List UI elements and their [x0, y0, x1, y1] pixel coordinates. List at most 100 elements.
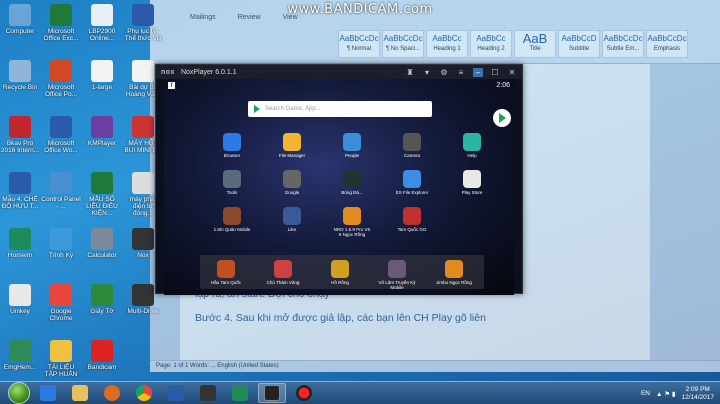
taskbar-ie[interactable] — [34, 383, 62, 403]
desktop-icon-label: Computer — [5, 28, 35, 35]
desktop-icon-label: Multi-Drive — [127, 308, 159, 315]
dock-app[interactable]: Chú Thám Vàng — [263, 260, 303, 285]
desktop-app-icon — [91, 116, 113, 138]
android-app-label: Google — [284, 190, 300, 195]
desktop-app-icon — [132, 116, 154, 138]
android-app[interactable]: Like — [272, 207, 312, 232]
android-app-icon — [403, 170, 421, 188]
desktop-app-icon — [50, 172, 72, 194]
desktop-icon[interactable]: Giấy Tờ — [82, 284, 122, 315]
maximize-button[interactable]: ☐ — [490, 68, 500, 77]
menu-icon[interactable]: ▾ — [422, 68, 432, 77]
search-input[interactable]: Search Game, App... — [265, 106, 321, 112]
taskbar-app[interactable] — [226, 383, 254, 403]
close-button[interactable]: ✕ — [507, 68, 517, 77]
style-normal[interactable]: AaBbCcDc ¶ Normal — [338, 30, 380, 58]
desktop-icon[interactable]: Trình Ký — [41, 228, 81, 259]
dock-app[interactable]: Hồ Rồng — [320, 260, 360, 285]
android-screen[interactable]: f 2:06 Search Game, App... Browser File M… — [164, 79, 514, 295]
dock-app[interactable]: Hầu Tam Quốc — [206, 260, 246, 285]
dock-app-label: Hồ Rồng — [331, 280, 349, 285]
android-app[interactable]: Google — [272, 170, 312, 195]
desktop-app-icon — [91, 172, 113, 194]
android-app[interactable]: People — [332, 133, 372, 158]
desktop-icon[interactable]: Control Panel - ... — [41, 172, 81, 210]
desktop-app-icon — [9, 116, 31, 138]
desktop-app-icon — [50, 228, 72, 250]
search-bar[interactable]: Search Game, App... — [248, 101, 432, 117]
desktop-icon[interactable]: Bkav Pro 2016 Intern... — [0, 116, 40, 154]
desktop-icon[interactable]: TÀI LIỆU TẬP HUẤN — [41, 340, 81, 378]
desktop-icon[interactable]: EmgHem... — [0, 340, 40, 371]
android-app[interactable]: Help — [452, 133, 492, 158]
android-status-bar: f 2:06 — [164, 79, 514, 92]
taskbar-clock[interactable]: 2:09 PM 12/14/2017 — [681, 386, 714, 401]
android-app-label: Help — [467, 153, 477, 158]
android-app[interactable]: Browser — [212, 133, 252, 158]
desktop-icon-label: Google Chrome — [49, 308, 73, 322]
desktop-icon-label: Homeim — [7, 252, 33, 259]
desktop-icon[interactable]: Homeim — [0, 228, 40, 259]
desktop-icon[interactable]: Recycle Bin — [0, 60, 40, 91]
desktop-icon-label: Recycle Bin — [2, 84, 38, 91]
desktop-icon[interactable]: Bandicam — [82, 340, 122, 371]
taskbar-word[interactable] — [162, 383, 190, 403]
style-title[interactable]: AaB Title — [514, 30, 556, 58]
desktop-icon[interactable]: Microsoft Office Po... — [41, 60, 81, 98]
android-app[interactable]: NRO 1.5.9 Pro VS 6 Ngọc Rồng — [332, 207, 372, 237]
noxplayer-window[interactable]: nox NoxPlayer 6.0.1.1 ♜ ▾ ⚙ ≡ – ☐ ✕ f 2:… — [155, 64, 523, 295]
play-store-button[interactable] — [493, 109, 511, 127]
language-indicator[interactable]: EN — [641, 390, 650, 397]
android-app[interactable]: Tam Quốc GO — [392, 207, 432, 232]
android-app-icon — [463, 170, 481, 188]
taskbar-nox[interactable] — [194, 383, 222, 403]
desktop-icon-label: Unikey — [10, 308, 30, 315]
dock-app[interactable]: Jimbo Ngọc Rồng — [434, 260, 474, 285]
desktop-icon[interactable]: Calculator — [82, 228, 122, 259]
desktop-icon-label: Control Panel - ... — [41, 196, 81, 210]
android-app[interactable]: Bóng Đá... — [332, 170, 372, 195]
desktop-icon[interactable]: KMPlayer — [82, 116, 122, 147]
android-app-label: File Manager — [278, 153, 306, 158]
desktop-icon[interactable]: Mẫu 4. CHẾ ĐỘ HƯU T... — [0, 172, 40, 210]
desktop-icon[interactable]: 1-large — [82, 60, 122, 91]
style-subtle-emphasis[interactable]: AaBbCcDc Subtle Em... — [602, 30, 644, 58]
taskbar-nox-active[interactable] — [258, 383, 286, 403]
nox-title: NoxPlayer 6.0.1.1 — [180, 68, 237, 76]
minimize-button[interactable]: – — [473, 67, 483, 77]
style-heading-1[interactable]: AaBbCc Heading 1 — [426, 30, 468, 58]
tray-icons[interactable]: ▲ ⚑ ▮ — [656, 390, 675, 398]
style-heading-2[interactable]: AaBbCc Heading 2 — [470, 30, 512, 58]
desktop-icon[interactable]: Google Chrome — [41, 284, 81, 322]
taskbar-bandicam[interactable] — [290, 383, 318, 403]
desktop-icon[interactable]: Microsoft Office Wo... — [41, 116, 81, 154]
desktop-icon[interactable]: MẪU SỐ LIỆU ĐIỀU KIỆN... — [82, 172, 122, 217]
taskbar-chrome[interactable] — [130, 383, 158, 403]
start-button[interactable] — [8, 382, 30, 404]
dock-app[interactable]: Võ Lâm Truyền Kỳ Mobile — [377, 260, 417, 290]
nox-titlebar[interactable]: nox NoxPlayer 6.0.1.1 ♜ ▾ ⚙ ≡ – ☐ ✕ — [156, 65, 522, 79]
taskbar: EN ▲ ⚑ ▮ 2:09 PM 12/14/2017 — [0, 381, 720, 404]
settings-icon[interactable]: ⚙ — [439, 68, 449, 77]
android-app[interactable]: 1.8m Quân Mobile — [212, 207, 252, 232]
style-subtitle[interactable]: AaBbCcD Subtitle — [558, 30, 600, 58]
android-app[interactable]: ES File Explorer — [392, 170, 432, 195]
style-emphasis[interactable]: AaBbCcDc Emphasis — [646, 30, 688, 58]
desktop-icon-label: Giấy Tờ — [90, 308, 114, 315]
desktop-icon[interactable]: Unikey — [0, 284, 40, 315]
android-app[interactable]: Tools — [212, 170, 252, 195]
style-no-spacing[interactable]: AaBbCcDc ¶ No Spaci... — [382, 30, 424, 58]
android-app-icon — [343, 133, 361, 151]
android-app[interactable]: Camera — [392, 133, 432, 158]
toolbox-icon[interactable]: ♜ — [405, 68, 415, 77]
android-app-label: ES File Explorer — [395, 190, 429, 195]
taskbar-media[interactable] — [98, 383, 126, 403]
play-store-icon — [254, 105, 260, 113]
taskbar-explorer[interactable] — [66, 383, 94, 403]
doc-margin-right — [650, 64, 720, 372]
options-icon[interactable]: ≡ — [456, 68, 466, 77]
android-app[interactable]: Play Store — [452, 170, 492, 195]
desktop-icon-label: Mẫu 4. CHẾ ĐỘ HƯU T... — [1, 196, 39, 210]
dock-app-icon — [274, 260, 292, 278]
android-app[interactable]: File Manager — [272, 133, 312, 158]
